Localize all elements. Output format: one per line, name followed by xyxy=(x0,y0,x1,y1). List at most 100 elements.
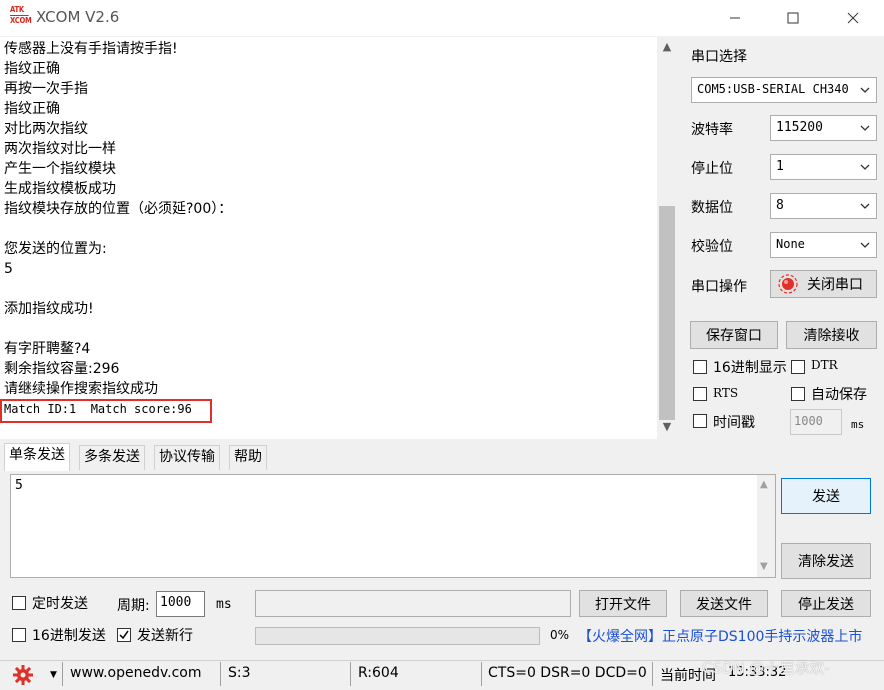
receive-area[interactable]: 传感器上没有手指请按手指! 指纹正确 再按一次手指 指纹正确 对比两次指纹 两次指纹对比一… xyxy=(0,37,677,439)
receive-lines: 传感器上没有手指请按手指! 指纹正确 再按一次手指 指纹正确 对比两次指纹 两次指纹对比一… xyxy=(4,39,654,419)
receive-line: 您发送的位置为: xyxy=(4,241,107,257)
receive-line: 剩余指纹容量:296 xyxy=(4,361,120,377)
send-newline-label: 发送新行 xyxy=(137,628,193,644)
status-received-count: R:604 xyxy=(358,665,399,681)
timestamp-input[interactable]: 1000 xyxy=(790,409,842,435)
port-op-label: 串口操作 xyxy=(691,279,747,295)
data-bits-select[interactable]: 8 xyxy=(770,193,877,219)
rts-checkbox[interactable] xyxy=(693,387,707,401)
period-label: 周期: xyxy=(117,598,150,614)
dtr-checkbox[interactable] xyxy=(791,360,805,374)
minimize-icon xyxy=(730,17,740,19)
receive-line: 生成指纹模板成功 xyxy=(4,181,116,197)
status-separator xyxy=(62,662,63,686)
close-port-button[interactable]: 关闭串口 xyxy=(770,270,877,298)
receive-line: 指纹模块存放的位置（必须延?00）： xyxy=(4,201,233,217)
send-scrollbar[interactable]: ▲ ▼ xyxy=(757,475,775,577)
send-newline-checkbox[interactable] xyxy=(117,628,131,642)
hex-display-label: 16进制显示 xyxy=(713,360,787,376)
timestamp-checkbox[interactable] xyxy=(693,414,707,428)
port-select[interactable]: COM5:USB-SERIAL CH340 xyxy=(691,77,877,103)
data-bits-label: 数据位 xyxy=(691,200,733,216)
status-sent-count: S:3 xyxy=(228,665,251,681)
receive-line: 5 xyxy=(4,261,13,277)
window-title: XCOM V2.6 xyxy=(36,8,120,26)
period-unit: ms xyxy=(216,597,232,612)
check-icon xyxy=(119,630,129,640)
status-separator xyxy=(481,662,482,686)
parity-select[interactable]: None xyxy=(770,232,877,258)
settings-gear-button[interactable] xyxy=(12,664,34,690)
receive-scroll-thumb[interactable] xyxy=(659,206,675,420)
chevron-down-icon xyxy=(860,164,870,170)
tab-protocol[interactable]: 协议传输 xyxy=(154,445,220,470)
timed-send-checkbox[interactable] xyxy=(12,596,26,610)
status-separator xyxy=(220,662,221,686)
chevron-down-icon xyxy=(860,87,870,93)
receive-line: 再按一次手指 xyxy=(4,81,88,97)
tab-help[interactable]: 帮助 xyxy=(229,445,267,470)
gear-icon xyxy=(13,665,33,685)
file-path-field[interactable] xyxy=(255,590,571,617)
maximize-button[interactable] xyxy=(770,0,816,36)
parity-label: 校验位 xyxy=(691,239,733,255)
receive-line: 有字肝聘鳌?4 xyxy=(4,341,91,357)
minimize-button[interactable] xyxy=(712,0,758,36)
dtr-label: DTR xyxy=(811,358,838,372)
send-file-button[interactable]: 发送文件 xyxy=(680,590,768,617)
receive-line xyxy=(4,219,654,239)
rts-label: RTS xyxy=(713,386,739,400)
receive-line xyxy=(4,279,654,299)
watermark: CSDN @十里承欢- xyxy=(702,659,830,677)
send-button[interactable]: 发送 xyxy=(781,478,871,514)
tab-single-send[interactable]: 单条发送 xyxy=(4,443,70,471)
hex-display-checkbox[interactable] xyxy=(693,360,707,374)
scroll-down-icon[interactable]: ▼ xyxy=(659,420,675,436)
chevron-down-icon xyxy=(860,203,870,209)
receive-line: 产生一个指纹模块 xyxy=(4,161,116,177)
stop-bits-select[interactable]: 1 xyxy=(770,154,877,180)
menu-dropdown-icon[interactable]: ▼ xyxy=(50,670,57,680)
send-text: 5 xyxy=(15,478,23,493)
scroll-down-icon[interactable]: ▼ xyxy=(760,561,768,572)
status-url[interactable]: www.openedv.com xyxy=(70,665,202,681)
clear-send-button[interactable]: 清除发送 xyxy=(781,543,871,579)
baud-select[interactable]: 115200 xyxy=(770,115,877,141)
receive-line: 两次指纹对比一样 xyxy=(4,141,116,157)
close-button[interactable] xyxy=(830,0,876,36)
status-separator xyxy=(350,662,351,686)
close-port-label: 关闭串口 xyxy=(807,277,863,293)
tab-multi-send[interactable]: 多条发送 xyxy=(79,445,145,470)
close-icon xyxy=(847,12,859,24)
send-input[interactable]: 5 xyxy=(10,474,776,578)
status-lines: CTS=0 DSR=0 DCD=0 xyxy=(488,665,647,681)
receive-line: 添加指纹成功! xyxy=(4,301,94,317)
clear-receive-button[interactable]: 清除接收 xyxy=(786,321,877,349)
auto-save-label: 自动保存 xyxy=(811,387,867,403)
chevron-down-icon xyxy=(860,242,870,248)
auto-save-checkbox[interactable] xyxy=(791,387,805,401)
scroll-up-icon[interactable]: ▲ xyxy=(760,479,768,490)
receive-line: 指纹正确 xyxy=(4,61,60,77)
scroll-up-icon[interactable]: ▲ xyxy=(659,40,675,56)
period-input[interactable]: 1000 xyxy=(156,591,205,617)
receive-line: 传感器上没有手指请按手指! xyxy=(4,41,178,57)
timestamp-label: 时间戳 xyxy=(713,415,755,431)
port-section-label: 串口选择 xyxy=(691,49,747,65)
chevron-down-icon xyxy=(860,125,870,131)
timed-send-label: 定时发送 xyxy=(32,596,88,612)
app-logo: ATK XCOM xyxy=(10,5,32,25)
baud-label: 波特率 xyxy=(691,122,733,138)
stop-bits-label: 停止位 xyxy=(691,161,733,177)
progress-text: 0% xyxy=(550,628,570,642)
save-window-button[interactable]: 保存窗口 xyxy=(690,321,778,349)
port-status-led-icon xyxy=(778,274,798,294)
hex-send-label: 16进制发送 xyxy=(32,628,106,644)
open-file-button[interactable]: 打开文件 xyxy=(579,590,667,617)
highlight-box xyxy=(0,399,212,423)
send-progress-bar xyxy=(255,627,540,645)
stop-send-button[interactable]: 停止发送 xyxy=(781,590,871,617)
hex-send-checkbox[interactable] xyxy=(12,628,26,642)
promo-link[interactable]: 【火爆全网】正点原子DS100手持示波器上市 xyxy=(578,626,862,646)
maximize-icon xyxy=(787,12,799,24)
